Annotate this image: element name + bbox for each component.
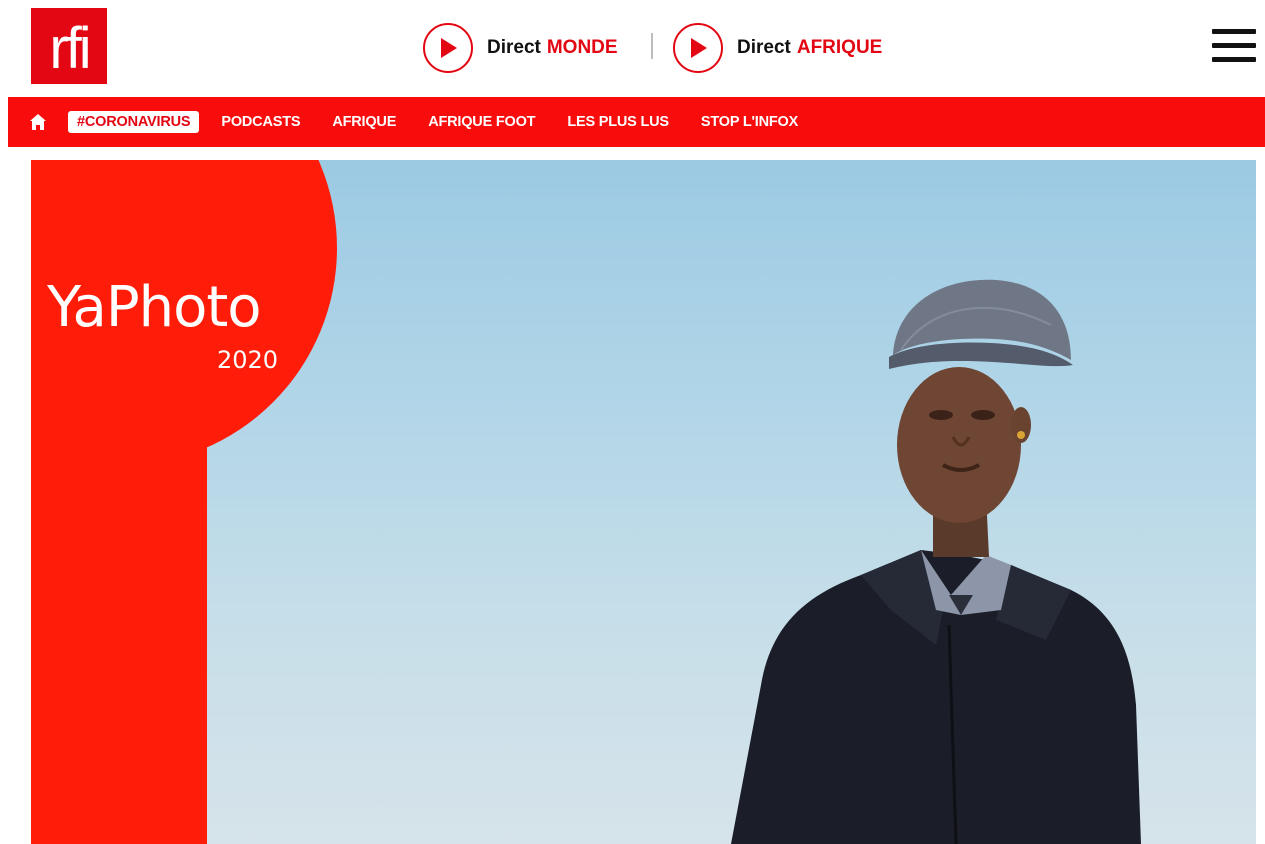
- nav-item-les-plus-lus[interactable]: LES PLUS LUS: [567, 114, 669, 130]
- direct-monde-button[interactable]: Direct MONDE: [423, 22, 618, 74]
- hero-title: YaPhoto: [47, 275, 262, 340]
- nav-item-afrique[interactable]: AFRIQUE: [332, 114, 396, 130]
- nav-item-coronavirus[interactable]: #CORONAVIRUS: [68, 111, 200, 133]
- hero-year: 2020: [217, 346, 279, 374]
- nav-item-podcasts[interactable]: PODCASTS: [221, 114, 300, 130]
- nav-item-afrique-foot[interactable]: AFRIQUE FOOT: [428, 114, 535, 130]
- site-header: rfi Direct MONDE Direct AFRIQUE: [0, 0, 1265, 96]
- direct-afrique-label: Direct AFRIQUE: [737, 37, 883, 58]
- hamburger-menu-icon[interactable]: [1212, 29, 1256, 63]
- play-icon: [423, 23, 473, 73]
- play-icon: [673, 23, 723, 73]
- main-nav: #CORONAVIRUS PODCASTS AFRIQUE AFRIQUE FO…: [8, 97, 1265, 147]
- rfi-logo[interactable]: rfi: [31, 8, 107, 84]
- direct-afrique-button[interactable]: Direct AFRIQUE: [673, 22, 882, 74]
- home-icon[interactable]: [16, 97, 60, 147]
- nav-item-stop-linfox[interactable]: STOP L'INFOX: [701, 114, 798, 130]
- hero-banner[interactable]: YaPhoto 2020: [31, 160, 1256, 844]
- hero-portrait-image: [731, 279, 1141, 844]
- direct-monde-label: Direct MONDE: [487, 37, 618, 58]
- live-divider: [651, 33, 653, 59]
- svg-text:rfi: rfi: [49, 16, 88, 81]
